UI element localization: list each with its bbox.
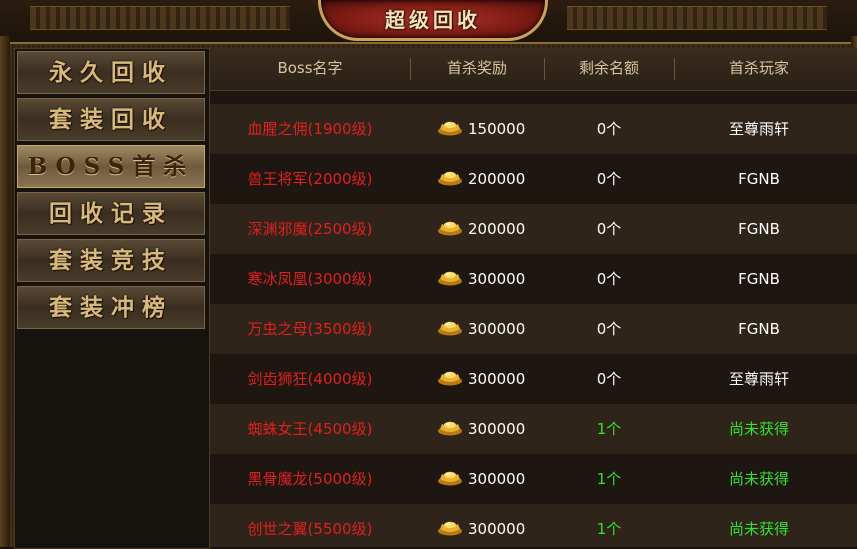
first-kill-player: FGNB [738, 220, 780, 238]
boss-name: 寒冰凤凰(3000级) [247, 270, 373, 288]
table-row: 深渊邪魔(2500级) 200000 0个 FGNB [210, 204, 857, 254]
window-title: 超级回收 [385, 8, 481, 32]
reward-amount: 300000 [468, 520, 526, 538]
header-remaining-slots: 剩余名额 [578, 59, 639, 77]
boss-name: 创世之翼(5500级) [247, 520, 373, 538]
gold-ingot-icon [437, 270, 463, 286]
reward-amount: 300000 [468, 470, 526, 488]
boss-name: 血腥之佣(1900级) [247, 120, 373, 138]
boss-name: 黑骨魔龙(5000级) [247, 470, 373, 488]
menu-item-set-recycle[interactable]: 套装回收 [17, 98, 205, 141]
sidebar-menu: 永久回收 套装回收 BOSS首杀 回收记录 套装竞技 套装冲榜 [14, 48, 210, 549]
boss-name: 蜘蛛女王(4500级) [247, 420, 373, 438]
boss-name: 深渊邪魔(2500级) [247, 220, 373, 238]
remaining-slots: 1个 [596, 520, 622, 538]
boss-name: 剑齿狮狂(4000级) [247, 370, 373, 388]
menu-item-boss-first-kill[interactable]: BOSS首杀 [17, 145, 205, 188]
remaining-slots: 0个 [596, 170, 622, 188]
first-kill-player: 至尊雨轩 [728, 370, 789, 388]
table-row: 血腥之佣(1900级) 150000 0个 至尊雨轩 [210, 104, 857, 154]
remaining-slots: 1个 [596, 470, 622, 488]
remaining-slots: 0个 [596, 320, 622, 338]
first-kill-player: FGNB [738, 170, 780, 188]
boss-name: 兽王将军(2000级) [247, 170, 373, 188]
gold-ingot-icon [437, 420, 463, 436]
gold-ingot-icon [437, 470, 463, 486]
table-header: Boss名字 首杀奖励 剩余名额 首杀玩家 [210, 48, 857, 91]
menu-item-recycle-record[interactable]: 回收记录 [17, 192, 205, 235]
boss-table: Boss名字 首杀奖励 剩余名额 首杀玩家 血腥之佣(1900级) 150000 0… [210, 48, 857, 547]
remaining-slots: 0个 [596, 370, 622, 388]
reward-amount: 300000 [468, 420, 526, 438]
first-kill-player: FGNB [738, 270, 780, 288]
remaining-slots: 0个 [596, 270, 622, 288]
gold-ingot-icon [437, 370, 463, 386]
first-kill-player: 尚未获得 [728, 520, 789, 538]
reward-amount: 150000 [468, 120, 526, 138]
reward-amount: 300000 [468, 320, 526, 338]
first-kill-player: 尚未获得 [728, 470, 789, 488]
table-row: 创世之翼(5500级) 300000 1个 尚未获得 [210, 504, 857, 547]
gold-ingot-icon [437, 320, 463, 336]
menu-item-set-arena[interactable]: 套装竞技 [17, 239, 205, 282]
reward-amount: 200000 [468, 170, 526, 188]
reward-amount: 300000 [468, 270, 526, 288]
header-first-kill-player: 首杀玩家 [728, 59, 789, 77]
title-ornament-left [30, 6, 290, 30]
menu-item-permanent-recycle[interactable]: 永久回收 [17, 51, 205, 94]
table-row: 万虫之母(3500级) 300000 0个 FGNB [210, 304, 857, 354]
reward-amount: 200000 [468, 220, 526, 238]
first-kill-player: FGNB [738, 320, 780, 338]
table-row: 剑齿狮狂(4000级) 300000 0个 至尊雨轩 [210, 354, 857, 404]
game-window: 超级回收 永久回收 套装回收 BOSS首杀 回收记录 套装竞技 套装冲榜 Bos… [0, 0, 857, 549]
table-row: 兽王将军(2000级) 200000 0个 FGNB [210, 154, 857, 204]
gold-ingot-icon [437, 170, 463, 186]
gold-ingot-icon [437, 120, 463, 136]
gold-ingot-icon [437, 520, 463, 536]
table-row: 蜘蛛女王(4500级) 300000 1个 尚未获得 [210, 404, 857, 454]
remaining-slots: 0个 [596, 120, 622, 138]
reward-amount: 300000 [468, 370, 526, 388]
title-bar: 超级回收 [0, 0, 857, 44]
title-ornament-right [567, 6, 827, 30]
remaining-slots: 1个 [596, 420, 622, 438]
title-plate: 超级回收 [318, 0, 548, 41]
gold-ingot-icon [437, 220, 463, 236]
header-first-kill-reward: 首杀奖励 [446, 59, 507, 77]
frame-pillar-left [0, 36, 10, 547]
table-row: 寒冰凤凰(3000级) 300000 0个 FGNB [210, 254, 857, 304]
header-boss-name: Boss名字 [277, 59, 343, 77]
table-row: 黑骨魔龙(5000级) 300000 1个 尚未获得 [210, 454, 857, 504]
remaining-slots: 0个 [596, 220, 622, 238]
boss-name: 万虫之母(3500级) [247, 320, 373, 338]
first-kill-player: 至尊雨轩 [728, 120, 789, 138]
menu-item-set-ranking[interactable]: 套装冲榜 [17, 286, 205, 329]
first-kill-player: 尚未获得 [728, 420, 789, 438]
